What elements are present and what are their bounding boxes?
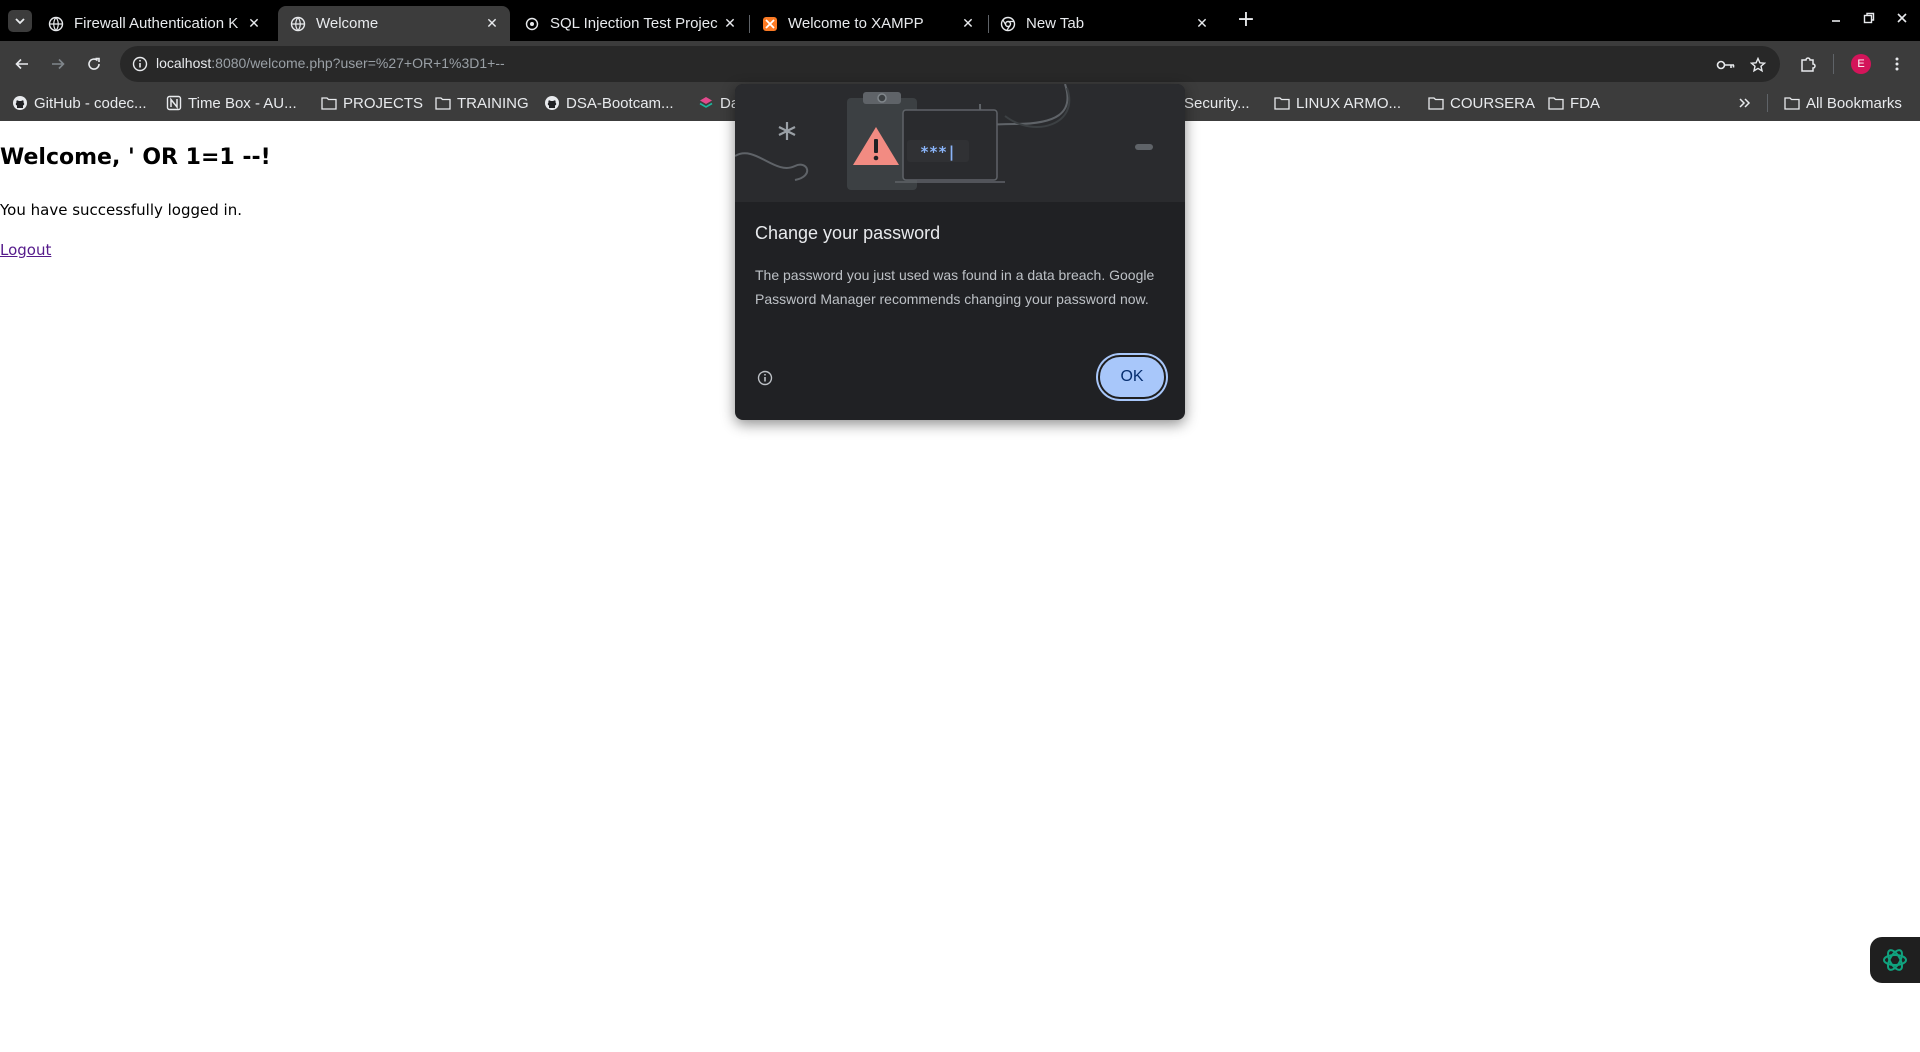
masked-password-text: ***| (919, 143, 957, 161)
bookmark-label: TRAINING (457, 94, 529, 112)
reload-button[interactable] (80, 50, 108, 78)
folder-icon (1274, 95, 1290, 111)
url-text[interactable]: localhost:8080/welcome.php?user=%27+OR+1… (156, 55, 505, 71)
toolbar-separator (1833, 54, 1834, 74)
openai-icon (524, 16, 540, 32)
kebab-menu-icon (1895, 57, 1899, 71)
extensions-button[interactable] (1794, 50, 1822, 78)
window-close-icon[interactable] (1890, 8, 1914, 32)
login-success-message: You have successfully logged in. (0, 201, 242, 219)
github-icon (544, 95, 560, 111)
bookmark-github-codec[interactable]: GitHub - codec... (12, 92, 147, 114)
bookmark-label: Security... (1184, 94, 1250, 112)
site-info-icon[interactable] (132, 56, 148, 72)
url-host: localhost (156, 55, 212, 71)
folder-icon (435, 95, 451, 111)
globe-icon (48, 16, 64, 32)
assistant-side-button[interactable] (1870, 937, 1920, 983)
toolbar: localhost:8080/welcome.php?user=%27+OR+1… (0, 41, 1920, 86)
tab-new-tab[interactable]: New Tab ✕ (988, 6, 1220, 41)
bookmark-label: PROJECTS (343, 94, 424, 112)
bookmark-folder-fda[interactable]: FDA (1548, 92, 1600, 114)
forward-button[interactable] (44, 50, 72, 78)
bookmark-label: FDA (1570, 94, 1600, 112)
puzzle-icon (1801, 57, 1816, 72)
bookmark-label: GitHub - codec... (34, 94, 147, 112)
bookmark-label: COURSERA (1450, 94, 1536, 112)
close-icon[interactable]: ✕ (958, 15, 978, 32)
double-chevron-right-icon (1739, 98, 1751, 108)
layers-icon (698, 95, 714, 111)
arrow-left-icon (15, 58, 28, 70)
bookmark-da[interactable]: Da (698, 92, 739, 114)
bookmark-dsa-bootcamp[interactable]: DSA-Bootcam... (544, 92, 674, 114)
back-button[interactable] (8, 50, 36, 78)
new-tab-button[interactable]: + (1234, 8, 1258, 32)
notion-icon (166, 95, 182, 111)
bookmark-security[interactable]: Security... (1184, 92, 1250, 114)
chevron-down-icon (15, 18, 25, 25)
tab-title: Firewall Authentication K (74, 15, 239, 32)
close-icon[interactable]: ✕ (244, 15, 264, 32)
xampp-icon (762, 16, 778, 32)
tab-title: Welcome to XAMPP (788, 15, 924, 32)
tab-sql-injection[interactable]: SQL Injection Test Projec ✕ (512, 6, 748, 41)
tab-strip: Firewall Authentication K ✕ Welcome ✕ SQ… (0, 0, 1920, 41)
bookmarks-separator (1767, 94, 1768, 112)
bookmark-label: Time Box - AU... (188, 94, 297, 112)
address-bar[interactable]: localhost:8080/welcome.php?user=%27+OR+1… (120, 46, 1780, 82)
github-icon (12, 95, 28, 111)
restore-icon[interactable] (1857, 8, 1881, 32)
password-breach-dialog: ***| Change your password The password y… (735, 84, 1185, 420)
openai-icon (1883, 949, 1907, 971)
bookmark-label: LINUX ARMO... (1296, 94, 1402, 112)
globe-icon (290, 16, 306, 32)
star-icon[interactable] (1748, 55, 1768, 75)
avatar: E (1851, 54, 1871, 74)
avatar-initial: E (1857, 58, 1865, 70)
tab-title: New Tab (1026, 15, 1085, 32)
url-path: :8080/welcome.php?user=%27+OR+1%3D1+-- (211, 55, 505, 71)
bookmark-folder-projects[interactable]: PROJECTS (321, 92, 423, 114)
menu-button[interactable] (1883, 50, 1911, 78)
tab-welcome[interactable]: Welcome ✕ (278, 6, 510, 41)
logout-link[interactable]: Logout (0, 241, 51, 259)
all-bookmarks-label: All Bookmarks (1806, 94, 1902, 112)
info-icon[interactable] (757, 370, 773, 386)
all-bookmarks-button[interactable]: All Bookmarks (1784, 92, 1902, 114)
tab-title: Welcome (316, 15, 379, 32)
bookmarks-overflow-button[interactable] (1738, 92, 1752, 114)
dialog-title: Change your password (755, 223, 941, 243)
chrome-icon (1000, 16, 1016, 32)
close-icon[interactable]: ✕ (720, 15, 740, 32)
folder-icon (321, 95, 337, 111)
close-icon[interactable]: ✕ (1192, 15, 1212, 32)
bookmark-folder-linux-armor[interactable]: LINUX ARMO... (1274, 92, 1401, 114)
bookmark-label: DSA-Bootcam... (566, 94, 674, 112)
reload-icon (88, 57, 100, 70)
arrow-right-icon (52, 58, 65, 70)
ok-button[interactable]: OK (1098, 355, 1166, 399)
tab-title: SQL Injection Test Projec (550, 15, 718, 32)
bookmark-folder-coursera[interactable]: COURSERA (1428, 92, 1535, 114)
folder-icon (1548, 95, 1564, 111)
tab-xampp[interactable]: Welcome to XAMPP ✕ (750, 6, 986, 41)
breach-illustration: ***| (735, 84, 1185, 202)
tab-search-button[interactable] (8, 10, 32, 32)
tab-firewall-auth[interactable]: Firewall Authentication K ✕ (36, 6, 272, 41)
page-title: Welcome, ' OR 1=1 --! (0, 145, 271, 170)
folder-icon (1784, 95, 1800, 111)
bookmark-folder-training[interactable]: TRAINING (435, 92, 529, 114)
close-icon[interactable]: ✕ (482, 15, 502, 32)
password-key-icon[interactable] (1716, 55, 1736, 75)
bookmark-time-box[interactable]: Time Box - AU... (166, 92, 297, 114)
dialog-body: The password you just used was found in … (755, 267, 1155, 307)
profile-button[interactable]: E (1847, 50, 1875, 78)
folder-icon (1428, 95, 1444, 111)
minimize-icon[interactable] (1824, 8, 1848, 32)
